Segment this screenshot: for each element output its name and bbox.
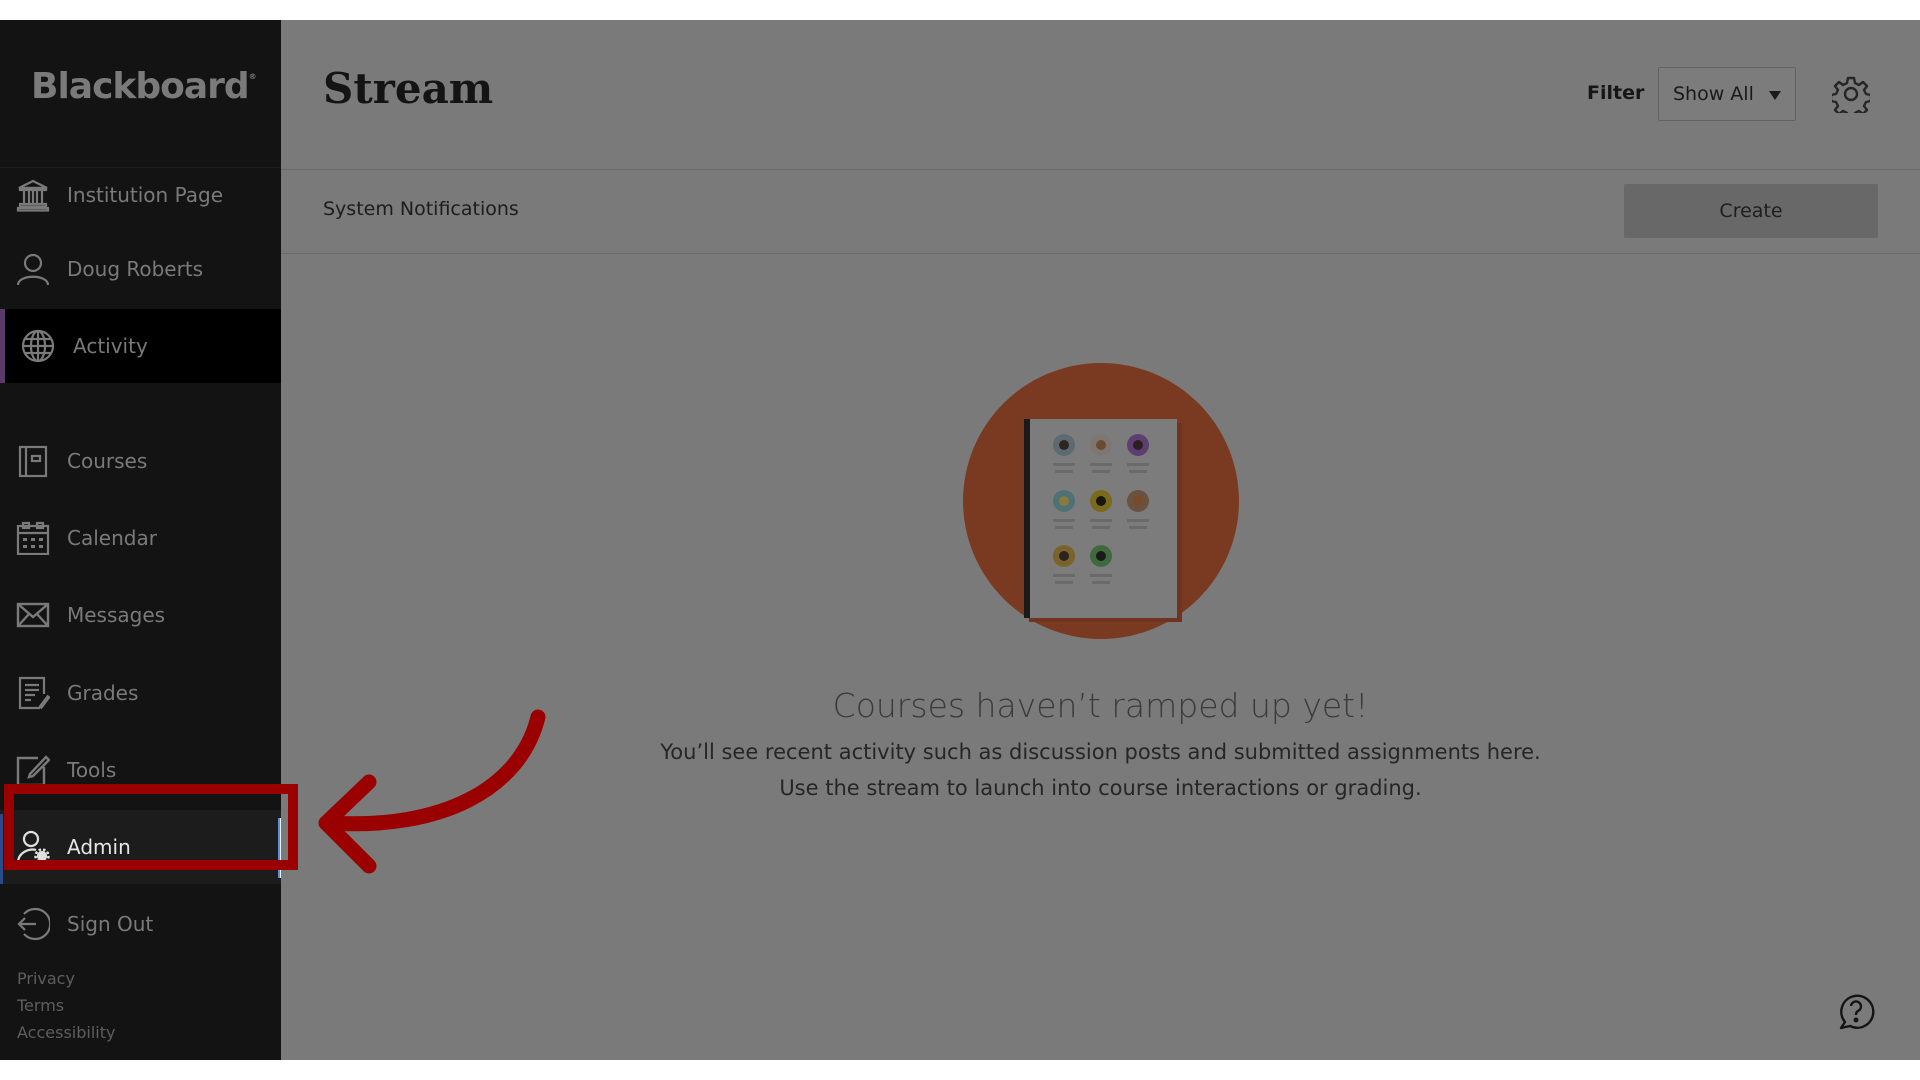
focus-indicator-left (0, 814, 3, 884)
sidebar-item-label: Activity (73, 334, 148, 358)
empty-state-title: Courses haven’t ramped up yet! (832, 686, 1369, 725)
page-title: Stream (323, 64, 494, 113)
user-icon (16, 252, 50, 286)
sidebar-item-label: Grades (67, 681, 139, 705)
globe-icon (21, 329, 55, 363)
gear-icon[interactable] (1829, 75, 1873, 120)
logo-text: Blackboard (31, 66, 250, 107)
main-content: Stream Filter Show All System Notificati… (281, 20, 1920, 1060)
sign-out-icon (16, 907, 50, 941)
sidebar-item-profile[interactable]: Doug Roberts (0, 232, 281, 306)
sidebar-item-label: Calendar (67, 526, 157, 550)
empty-state-hint: Use the stream to launch into course int… (779, 776, 1422, 800)
avatar (1053, 490, 1075, 512)
avatar (1090, 490, 1112, 512)
app-frame: Blackboard® Institution Page Doug Robert… (0, 20, 1920, 1060)
caret-down-icon (1769, 91, 1781, 100)
sidebar-item-sign-out[interactable]: Sign Out (0, 887, 281, 961)
empty-state-description: You’ll see recent activity such as discu… (660, 740, 1541, 764)
avatar (1090, 545, 1112, 567)
avatar (1053, 545, 1075, 567)
sidebar-item-label: Courses (67, 449, 148, 473)
sidebar-item-label: Messages (67, 603, 166, 627)
sidebar-item-tools[interactable]: Tools (0, 733, 281, 807)
tools-icon (16, 753, 50, 787)
sidebar-item-label: Institution Page (67, 183, 223, 207)
create-button[interactable]: Create (1624, 184, 1878, 238)
sidebar-item-label: Admin (67, 835, 131, 859)
logo-area: Blackboard® (0, 20, 281, 168)
sidebar-item-activity[interactable]: Activity (0, 309, 281, 383)
accessibility-link[interactable]: Accessibility (17, 1023, 115, 1042)
institution-icon (16, 178, 50, 212)
document-binding (1024, 419, 1030, 618)
empty-state-illustration (963, 363, 1239, 639)
calendar-icon (16, 521, 50, 555)
sidebar-item-courses[interactable]: Courses (0, 424, 281, 498)
filter-selected-value: Show All (1673, 83, 1754, 105)
terms-link[interactable]: Terms (17, 996, 64, 1015)
avatar (1127, 490, 1149, 512)
privacy-link[interactable]: Privacy (17, 969, 75, 988)
sidebar-item-grades[interactable]: Grades (0, 656, 281, 730)
trademark: ® (248, 72, 257, 81)
sidebar-item-calendar[interactable]: Calendar (0, 501, 281, 575)
notifications-divider (281, 253, 1920, 254)
blackboard-logo[interactable]: Blackboard® (31, 66, 257, 107)
filter-label: Filter (1587, 82, 1645, 104)
sidebar-item-institution-page[interactable]: Institution Page (0, 158, 281, 232)
courses-icon (16, 444, 50, 478)
sidebar-item-label: Doug Roberts (67, 257, 204, 281)
sidebar-item-admin[interactable]: Admin (0, 810, 288, 884)
avatar (1053, 434, 1075, 456)
envelope-icon (16, 598, 50, 632)
avatar (1127, 434, 1149, 456)
system-notifications-label: System Notifications (323, 198, 519, 220)
help-chat-icon[interactable] (1837, 992, 1875, 1030)
sidebar: Blackboard® Institution Page Doug Robert… (0, 20, 288, 1060)
grades-icon (16, 676, 50, 710)
header-divider (281, 169, 1920, 170)
admin-icon (16, 830, 50, 864)
sidebar-item-label: Sign Out (67, 912, 154, 936)
sidebar-item-messages[interactable]: Messages (0, 578, 281, 652)
avatar (1090, 434, 1112, 456)
sidebar-item-label: Tools (67, 758, 117, 782)
filter-select[interactable]: Show All (1658, 67, 1796, 121)
